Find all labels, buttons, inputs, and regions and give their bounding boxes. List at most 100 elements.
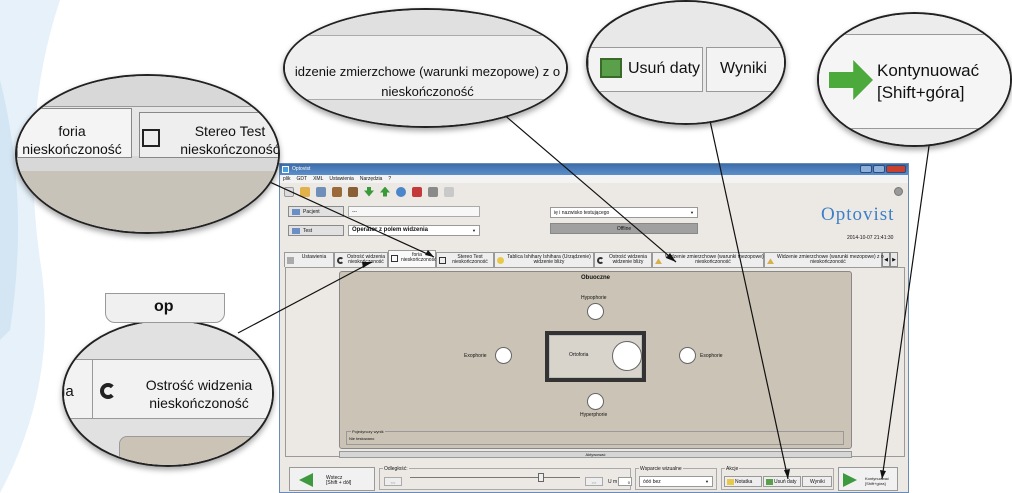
delete-dates-button[interactable]: Usuń daty — [763, 476, 801, 487]
patient-icon — [292, 209, 300, 215]
test-icon — [292, 228, 300, 234]
zoom-mesopic-label: idzenie zmierzchowe (warunki mezopowe) z… — [294, 64, 561, 99]
tab-label: Tablica Ishihary Ishihara (Urządzenie) w… — [507, 254, 591, 265]
distance-unit: U m — [608, 479, 618, 485]
distance-slider-track[interactable] — [410, 475, 580, 478]
distance-value[interactable]: 0 — [618, 477, 632, 486]
menu-gdt[interactable]: GDT — [297, 176, 308, 182]
visual-aid-select[interactable]: óóó bez ▼ — [639, 476, 713, 487]
bottom-bar: Wstecz [Shift + dół] Odległość: << >> U … — [285, 463, 905, 492]
hypophorie-option[interactable] — [587, 303, 604, 320]
tab-label: Ostrość widzenia nieskończoność — [347, 254, 386, 265]
ortoforia-frame: Ortoforia — [545, 331, 646, 382]
menu-help[interactable]: ? — [388, 176, 391, 182]
tab-label: foria nieskończoność — [401, 252, 437, 263]
tab-widzenie-zmierzchowe-olsnienie[interactable]: Widzenie zmierzchowe (warunki mezopowe) … — [764, 252, 884, 267]
status-indicator-icon — [894, 187, 903, 196]
menu-plik[interactable]: plik — [283, 176, 291, 182]
mountain-icon — [655, 258, 662, 264]
tab-foria[interactable]: foria nieskończoność — [388, 250, 437, 267]
tab-ishihara[interactable]: Tablica Ishihary Ishihara (Urządzenie) w… — [494, 252, 594, 267]
delete-dates-icon — [600, 58, 622, 78]
print-preview-icon[interactable] — [444, 186, 454, 197]
distance-slider-handle[interactable] — [538, 473, 544, 482]
note-icon — [727, 479, 734, 485]
menu-xml[interactable]: XML — [313, 176, 323, 182]
note-button[interactable]: Notatka — [724, 476, 762, 487]
pdf-icon[interactable] — [412, 186, 422, 197]
chevron-down-icon: ▼ — [472, 228, 476, 233]
hyperphorie-option[interactable] — [587, 393, 604, 410]
status-label: Offline — [616, 226, 632, 232]
esophorie-option[interactable] — [679, 347, 696, 364]
save-icon[interactable] — [316, 186, 326, 197]
zoom-tab-foria-label: foria nieskończoność — [22, 123, 122, 157]
arrow-up-icon[interactable] — [380, 186, 390, 197]
chevron-down-icon: ▼ — [690, 210, 694, 215]
visual-aid-value: óóó bez — [643, 479, 661, 485]
app-icon — [282, 166, 289, 173]
test-select[interactable]: Operator z polem widzenia ▼ — [348, 225, 480, 236]
single-result-group: Pojedynczy wynik Nie testowano — [346, 429, 844, 445]
zoom-actions-callout: Usuń daty Wyniki — [586, 0, 786, 125]
back-label: Wstecz [Shift + dół] — [326, 475, 352, 486]
esophorie-label: Esophorie — [700, 353, 723, 359]
arrow-left-icon — [299, 473, 313, 487]
panel-title: Obuoczne — [580, 275, 610, 281]
ishihara-icon — [497, 257, 504, 264]
title-bar: Optovist — [280, 164, 908, 175]
zoom-top-fragment: op — [105, 293, 225, 323]
results-button[interactable]: Wyniki — [802, 476, 832, 487]
landolt-ring-icon — [337, 257, 344, 264]
minimize-button[interactable] — [860, 165, 872, 173]
tab-stereo-test[interactable]: Stereo Test nieskończoność — [436, 252, 494, 267]
user-edit-icon[interactable] — [348, 186, 358, 197]
refresh-icon[interactable] — [396, 186, 406, 197]
menu-bar: plik GDT XML Ustawienia Narzędzia ? — [280, 175, 908, 183]
ortoforia-option[interactable] — [612, 341, 642, 371]
toolbar — [280, 183, 908, 200]
test-button[interactable]: Test — [288, 225, 344, 236]
zoom-tabs-callout: foria nieskończoność Stereo Test nieskoń… — [15, 74, 280, 234]
single-result-title: Pojedynczy wynik — [351, 429, 385, 434]
patient-field[interactable]: --- — [348, 206, 480, 217]
tab-ustawienia[interactable]: Ustawienia — [284, 252, 334, 267]
activate-button[interactable]: Aktywować — [339, 451, 852, 458]
user-add-icon[interactable] — [332, 186, 342, 197]
visual-aid-label: Wsparcie wizualne — [639, 466, 683, 472]
menu-narzedzia[interactable]: Narzędzia — [360, 176, 383, 182]
chevron-down-icon: ▼ — [705, 479, 709, 484]
delete-dates-label: Usuń daty — [774, 479, 797, 485]
results-label: Wyniki — [810, 479, 825, 485]
zoom-continue-callout: Kontynuować [Shift+góra] — [817, 12, 1012, 147]
ortoforia-label: Ortoforia — [569, 352, 589, 358]
patient-button[interactable]: Pacjent — [288, 206, 344, 217]
tab-scroll-right-button[interactable]: ▶ — [890, 252, 898, 267]
zoom-delete-label: Usuń daty — [628, 60, 701, 77]
tab-ostrosc-widzenia[interactable]: Ostrość widzenia nieskończoność — [334, 252, 388, 267]
continue-label: Kontynuować [Shift+góra] — [865, 476, 890, 486]
maximize-button[interactable] — [873, 165, 885, 173]
settings-icon — [287, 257, 294, 264]
window-title: Optovist — [292, 166, 311, 172]
tab-label: Widzenie zmierzchowe (warunki mezopowe) … — [777, 254, 884, 265]
new-icon[interactable] — [284, 186, 294, 197]
distance-increase-button[interactable]: >> — [585, 477, 603, 486]
distance-group: Odległość: << >> U m 0 — [379, 466, 632, 490]
zoom-top-partial: op — [154, 298, 174, 315]
continue-button[interactable]: Kontynuować [Shift+góra] — [838, 467, 898, 491]
tester-select[interactable]: ię i nazwisko testującego ▼ — [550, 207, 698, 218]
back-button[interactable]: Wstecz [Shift + dół] — [289, 467, 375, 491]
tab-ostrosc-blizy[interactable]: Ostrość widzenia widzenie bliży — [594, 252, 652, 267]
close-button[interactable] — [886, 165, 906, 173]
distance-decrease-button[interactable]: << — [384, 477, 402, 486]
exophorie-option[interactable] — [495, 347, 512, 364]
mountain-icon — [767, 258, 774, 264]
print-icon[interactable] — [428, 186, 438, 197]
menu-ustawienia[interactable]: Ustawienia — [329, 176, 353, 182]
arrow-down-icon[interactable] — [364, 186, 374, 197]
phoria-icon — [391, 255, 398, 262]
tab-widzenie-zmierzchowe[interactable]: Widzenie zmierzchowe (warunki mezopowe) … — [652, 252, 764, 267]
status-offline-button[interactable]: Offline — [550, 223, 698, 234]
open-folder-icon[interactable] — [300, 186, 310, 197]
